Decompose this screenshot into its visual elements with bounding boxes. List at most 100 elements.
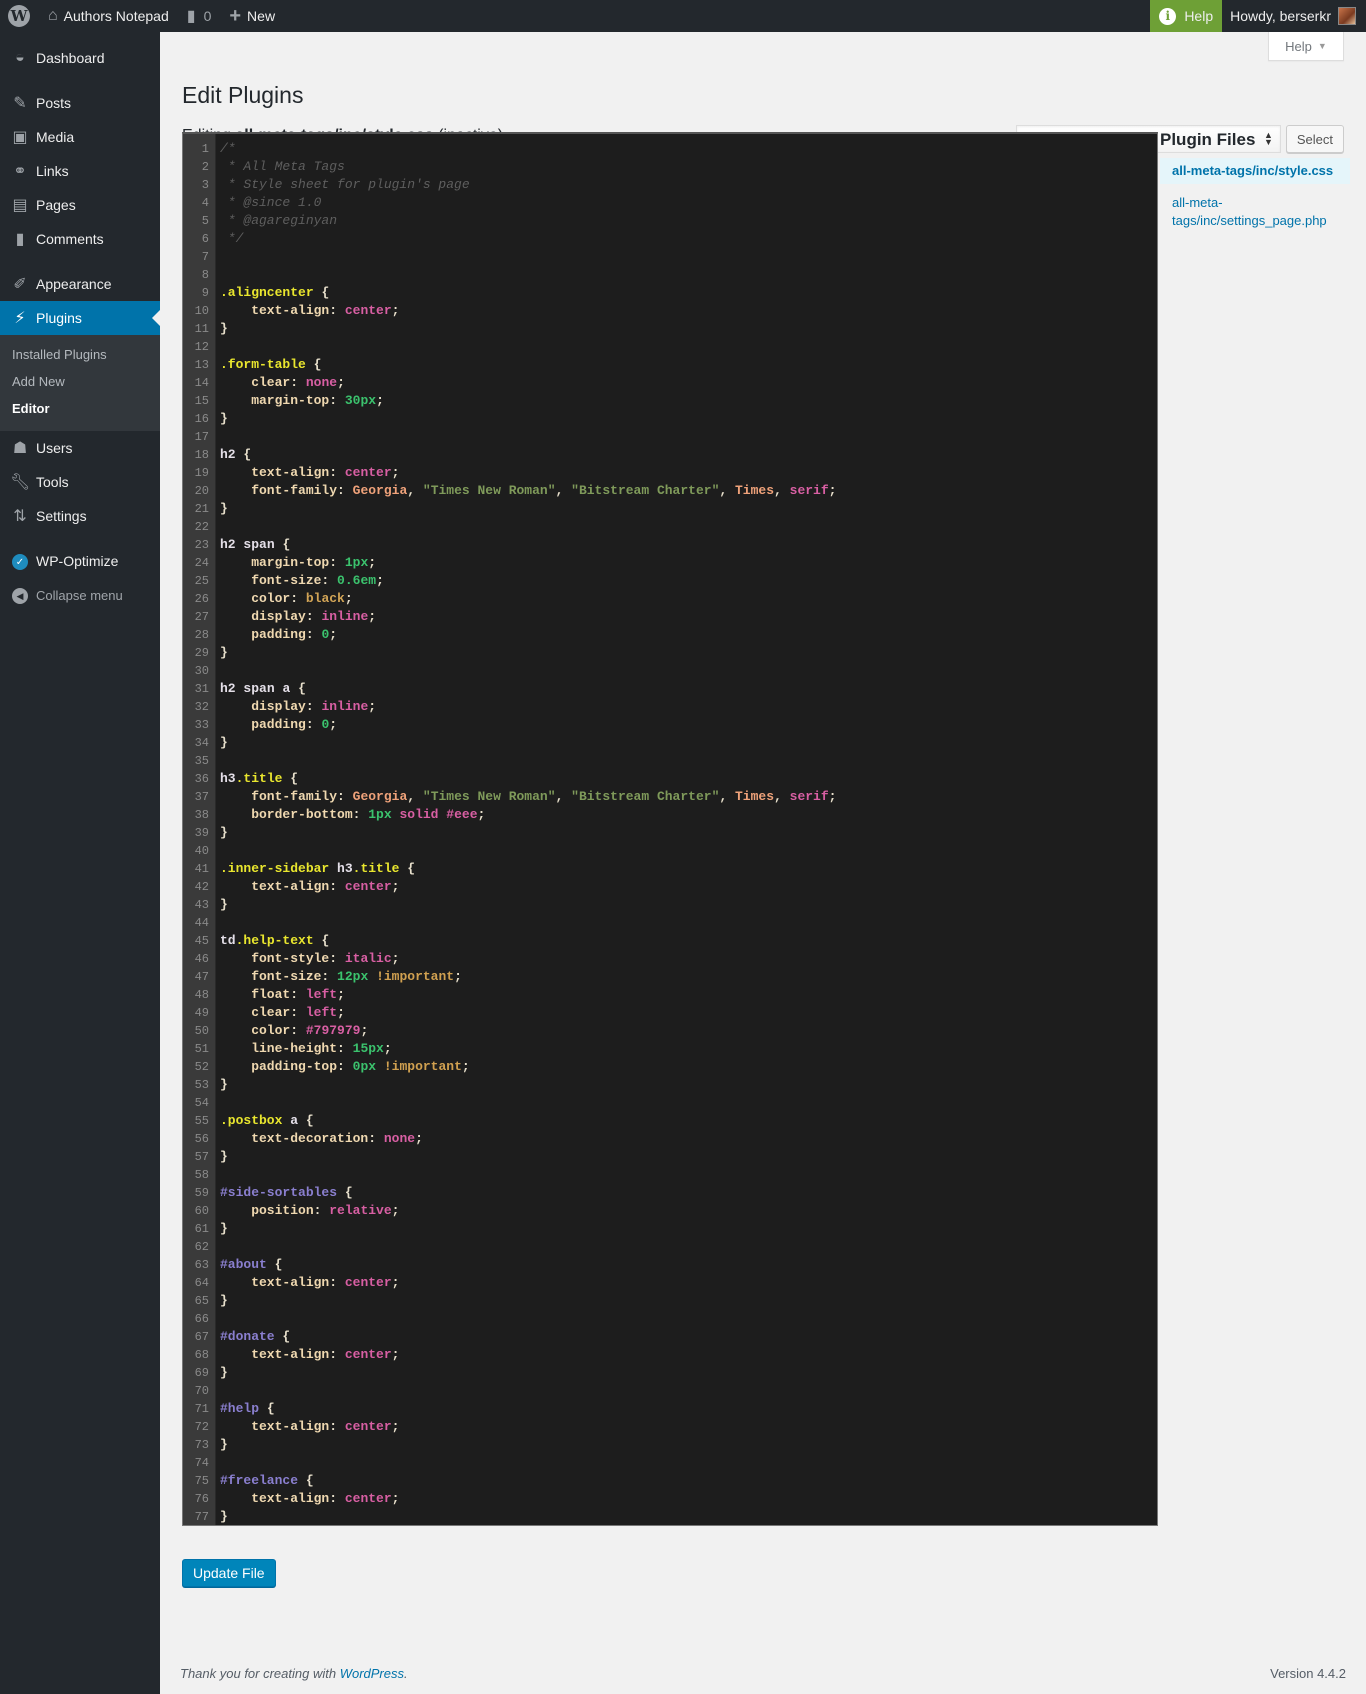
- sidebar-item-posts[interactable]: ✎ Posts: [0, 86, 160, 120]
- code-line: #freelance {: [220, 1473, 314, 1488]
- sidebar-item-dashboard[interactable]: ◒ Dashboard: [0, 41, 160, 75]
- update-file-button[interactable]: Update File: [182, 1559, 276, 1587]
- sidebar-item-label: WP-Optimize: [36, 553, 119, 569]
- collapse-menu-button[interactable]: ◀ Collapse menu: [0, 578, 160, 612]
- sidebar-item-label: Links: [36, 163, 69, 179]
- code-line: }: [220, 411, 228, 426]
- page-title: Edit Plugins: [182, 82, 304, 108]
- line-number: 31: [194, 682, 209, 696]
- code-line: .inner-sidebar h3.title {: [220, 861, 416, 876]
- main-content: Help ▼ Edit Plugins Editing all-meta-tag…: [160, 32, 1366, 1694]
- footer-version: Version 4.4.2: [1270, 1666, 1346, 1681]
- line-number: 11: [194, 322, 209, 336]
- info-icon: i: [1159, 7, 1177, 25]
- avatar: [1338, 7, 1356, 25]
- code-line: h2 span {: [220, 537, 291, 552]
- code-line: * Style sheet for plugin's page: [220, 177, 470, 192]
- line-number: 73: [194, 1438, 209, 1452]
- code-line: h2 span a {: [220, 681, 306, 696]
- my-account-menu[interactable]: Howdy, berserkr: [1222, 0, 1366, 32]
- submenu-add-new[interactable]: Add New: [0, 369, 160, 396]
- plugin-file-link[interactable]: all-meta-tags/inc/style.css: [1160, 158, 1350, 184]
- code-line: * @since 1.0: [220, 195, 322, 210]
- line-number: 14: [194, 376, 209, 390]
- line-number: 10: [194, 304, 209, 318]
- code-line: clear: left;: [220, 1005, 345, 1020]
- line-number: 27: [194, 610, 209, 624]
- sidebar-item-media[interactable]: ▣ Media: [0, 120, 160, 154]
- code-line: font-family: Georgia, "Times New Roman",…: [220, 483, 837, 498]
- line-number: 71: [194, 1402, 209, 1416]
- line-number: 67: [194, 1330, 209, 1344]
- footer-thanks: Thank you for creating with WordPress.: [180, 1666, 408, 1681]
- line-number: 40: [194, 844, 209, 858]
- sidebar-item-wp-optimize[interactable]: ✓ WP-Optimize: [0, 544, 160, 578]
- code-line: padding-top: 0px !important;: [220, 1059, 470, 1074]
- code-text-area[interactable]: /* * All Meta Tags * Style sheet for plu…: [216, 134, 1157, 1525]
- admin-sidebar: ◒ Dashboard ✎ Posts ▣ Media ⚭ Links ▤ Pa…: [0, 32, 160, 1694]
- code-line: }: [220, 825, 228, 840]
- code-line: text-decoration: none;: [220, 1131, 423, 1146]
- wordpress-link[interactable]: WordPress: [340, 1666, 404, 1681]
- submenu-editor[interactable]: Editor: [0, 396, 160, 423]
- line-number: 68: [194, 1348, 209, 1362]
- line-number: 47: [194, 970, 209, 984]
- code-line: text-align: center;: [220, 879, 400, 894]
- line-number: 30: [194, 664, 209, 678]
- line-number: 46: [194, 952, 209, 966]
- new-label: New: [247, 8, 276, 24]
- code-line: clear: none;: [220, 375, 345, 390]
- plugin-icon: ⚡: [14, 310, 26, 327]
- sidebar-item-label: Dashboard: [36, 50, 105, 66]
- sidebar-item-links[interactable]: ⚭ Links: [0, 154, 160, 188]
- code-line: /*: [220, 141, 236, 156]
- line-number: 69: [194, 1366, 209, 1380]
- code-line: #donate {: [220, 1329, 291, 1344]
- line-number: 19: [194, 466, 209, 480]
- code-line: #about {: [220, 1257, 283, 1272]
- line-number: 57: [194, 1150, 209, 1164]
- line-number: 53: [194, 1078, 209, 1092]
- wp-logo-menu[interactable]: W: [0, 0, 40, 32]
- sidebar-item-label: Media: [36, 129, 75, 145]
- site-name-link[interactable]: ⌂ Authors Notepad: [40, 0, 177, 32]
- line-number: 64: [194, 1276, 209, 1290]
- code-line: */: [220, 231, 244, 246]
- code-editor[interactable]: 1 2 3 4 5 6 7 8 9 10 11 12 13 14 15 16 17 18 19 20 21 22 23 24 2…: [182, 132, 1158, 1526]
- line-number: 65: [194, 1294, 209, 1308]
- line-number: 7: [201, 250, 209, 264]
- paintbrush-icon: ✐: [13, 276, 27, 293]
- triangle-down-icon: ▼: [1317, 41, 1327, 51]
- help-button[interactable]: i Help: [1150, 0, 1223, 32]
- plugin-files-panel: Plugin Files all-meta-tags/inc/style.css…: [1160, 130, 1350, 234]
- code-line: h3.title {: [220, 771, 299, 786]
- media-icon: ▣: [12, 129, 28, 146]
- code-line: position: relative;: [220, 1203, 400, 1218]
- line-number: 54: [194, 1096, 209, 1110]
- plugin-file-link[interactable]: all-meta-tags/inc/settings_page.php: [1160, 190, 1350, 234]
- sidebar-item-users[interactable]: ☗ Users: [0, 431, 160, 465]
- sidebar-item-appearance[interactable]: ✐ Appearance: [0, 267, 160, 301]
- code-line: .aligncenter {: [220, 285, 330, 300]
- plugins-submenu: Installed Plugins Add New Editor: [0, 335, 160, 431]
- line-number: 51: [194, 1042, 209, 1056]
- help-tab-toggle[interactable]: Help ▼: [1268, 32, 1344, 61]
- sidebar-item-plugins[interactable]: ⚡ Plugins: [0, 301, 160, 335]
- code-line: font-style: italic;: [220, 951, 400, 966]
- sidebar-item-settings[interactable]: ⇅ Settings: [0, 499, 160, 533]
- code-line: padding: 0;: [220, 627, 338, 642]
- sidebar-item-tools[interactable]: 🔧︎ Tools: [0, 465, 160, 499]
- sidebar-item-label: Users: [36, 440, 73, 456]
- sidebar-item-pages[interactable]: ▤ Pages: [0, 188, 160, 222]
- submenu-installed-plugins[interactable]: Installed Plugins: [0, 342, 160, 369]
- line-number: 62: [194, 1240, 209, 1254]
- new-content-link[interactable]: + New: [219, 0, 283, 32]
- sidebar-item-comments[interactable]: ▮ Comments: [0, 222, 160, 256]
- pages-icon: ▤: [12, 197, 28, 214]
- comments-link[interactable]: ▮ 0: [177, 0, 220, 32]
